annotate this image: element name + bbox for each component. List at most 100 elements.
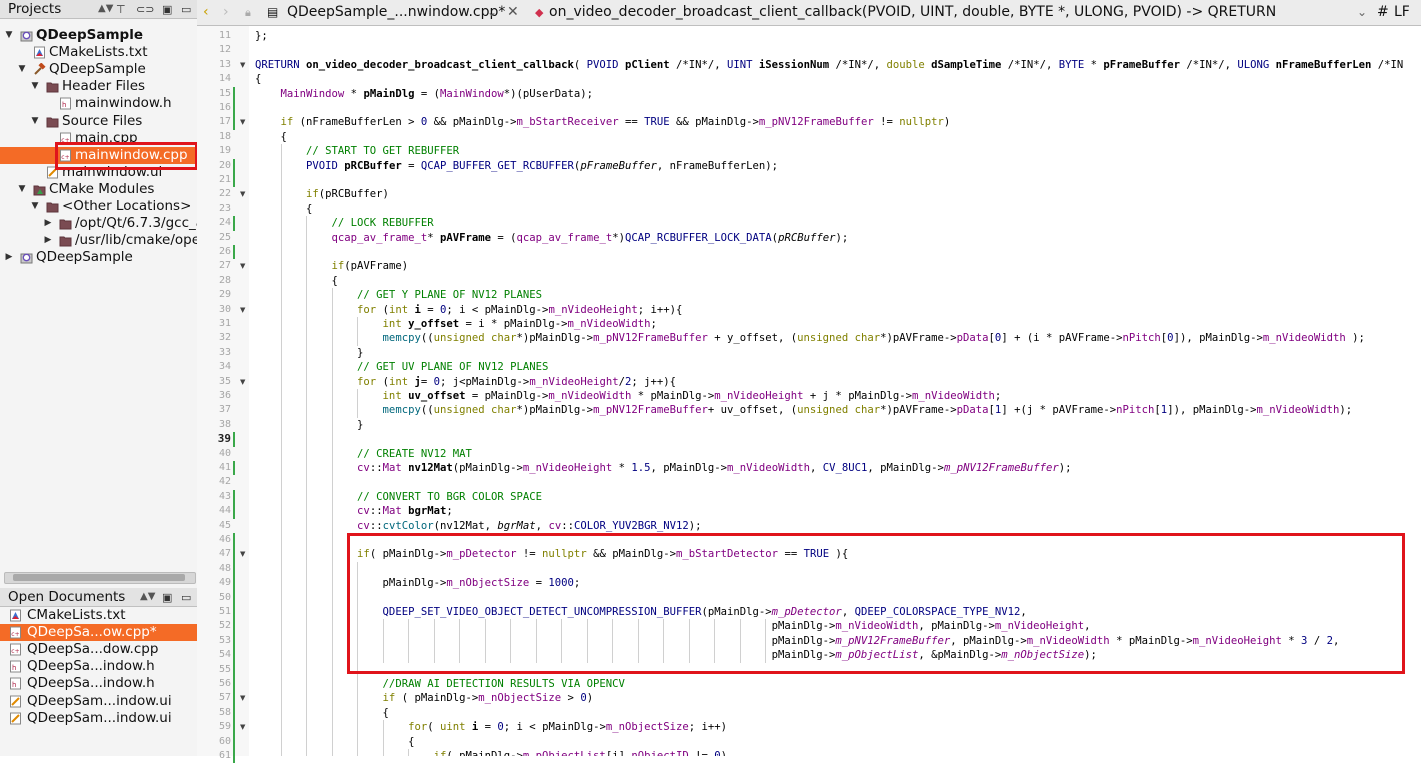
lock-icon: 🔒︎ bbox=[245, 6, 251, 19]
line-number: 40 bbox=[218, 447, 231, 459]
open-document-item[interactable]: h QDeepSa...indow.h bbox=[0, 675, 197, 692]
code-token: for bbox=[255, 303, 383, 316]
code-line: cv::cvtColor(nv12Mat, bgrMat, cv::COLOR_… bbox=[255, 519, 702, 533]
fold-arrow-icon[interactable]: ▼ bbox=[240, 115, 245, 129]
expanded-arrow-icon[interactable]: ▼ bbox=[30, 78, 40, 95]
tree-item[interactable]: ▼ Header Files bbox=[0, 78, 197, 95]
change-marker bbox=[233, 461, 235, 476]
cmake-folder-icon bbox=[33, 183, 46, 196]
expanded-arrow-icon[interactable]: ▼ bbox=[4, 27, 14, 44]
file-dropdown-icon[interactable]: ⌄ bbox=[487, 0, 497, 25]
line-number-gutter: 11 12 13 ▼ 14 15 16 17 ▼ 18 19 20 21 22 ▼ 23 24 25 26 27 ▼ 28… bbox=[197, 26, 249, 763]
code-line: // GET UV PLANE OF NV12 PLANES bbox=[255, 360, 548, 374]
code-token: // CREATE NV12 MAT bbox=[255, 447, 472, 460]
code-token: *)pMainDlg-> bbox=[516, 332, 594, 345]
line-number: 23 bbox=[218, 202, 231, 214]
code-line: if( pMainDlg->m_pObjectList[i].nObjectID… bbox=[255, 749, 727, 756]
function-dropdown-icon[interactable]: ⌄ bbox=[1357, 0, 1367, 25]
fold-arrow-icon[interactable]: ▼ bbox=[240, 259, 245, 273]
code-token: == bbox=[618, 116, 645, 129]
tree-item[interactable]: ▶ /usr/lib/cmake/oper bbox=[0, 232, 197, 249]
line-number: 39 bbox=[217, 432, 231, 446]
open-document-label: QDeepSa...ow.cpp* bbox=[27, 624, 157, 641]
collapsed-arrow-icon[interactable]: ▶ bbox=[43, 215, 53, 232]
code-token: ( bbox=[573, 58, 587, 71]
fold-arrow-icon[interactable]: ▼ bbox=[240, 187, 245, 201]
collapsed-arrow-icon[interactable]: ▶ bbox=[43, 232, 53, 249]
fold-arrow-icon[interactable]: ▼ bbox=[240, 375, 245, 389]
tree-item[interactable]: ▶ /opt/Qt/6.7.3/gcc_a bbox=[0, 215, 197, 232]
code-token: cvtColor bbox=[382, 519, 434, 532]
tree-item[interactable]: h mainwindow.h bbox=[0, 95, 197, 112]
file-tab-label[interactable]: QDeepSample_...nwindow.cpp* bbox=[287, 0, 505, 25]
expanded-arrow-icon[interactable]: ▼ bbox=[17, 61, 27, 78]
tree-item-label: QDeepSample bbox=[36, 27, 144, 43]
code-token: MainWindow bbox=[255, 87, 351, 100]
hash-indicator[interactable]: # bbox=[1377, 0, 1389, 25]
function-selector[interactable]: on_video_decoder_broadcast_client_callba… bbox=[549, 0, 1276, 25]
tree-item[interactable]: ▼ Source Files bbox=[0, 113, 197, 130]
fold-arrow-icon[interactable]: ▼ bbox=[240, 547, 245, 561]
close-file-icon[interactable]: ✕ bbox=[507, 0, 519, 25]
open-document-item[interactable]: c+ QDeepSa...dow.cpp bbox=[0, 641, 197, 658]
tree-item[interactable]: ▼ <Other Locations> bbox=[0, 198, 197, 215]
code-token: CV_8UC1 bbox=[822, 462, 868, 474]
link-icon[interactable]: ⊂⊃ bbox=[136, 1, 154, 19]
open-document-item[interactable]: h QDeepSa...indow.h bbox=[0, 658, 197, 675]
code-token: unsigned char bbox=[797, 404, 881, 417]
open-document-item[interactable]: QDeepSam...indow.ui bbox=[0, 710, 197, 727]
code-token: (( bbox=[420, 404, 434, 417]
open-document-item[interactable]: c+ QDeepSa...ow.cpp* bbox=[0, 624, 197, 642]
fold-arrow-icon[interactable]: ▼ bbox=[240, 720, 245, 734]
close-panel-icon[interactable]: ▭ bbox=[181, 589, 191, 607]
line-number: 22 bbox=[218, 188, 231, 200]
code-token: { bbox=[255, 274, 338, 287]
tree-item[interactable]: ▼ CMake Modules bbox=[0, 181, 197, 198]
split-icon[interactable]: ▣ bbox=[162, 589, 172, 607]
tree-item[interactable]: ▼ QDeepSample bbox=[0, 27, 197, 44]
code-token: = bbox=[478, 721, 498, 734]
fold-arrow-icon[interactable]: ▼ bbox=[240, 58, 245, 72]
code-token: (( bbox=[420, 332, 434, 345]
expanded-arrow-icon[interactable]: ▼ bbox=[30, 198, 40, 215]
back-icon[interactable]: ‹ bbox=[203, 0, 209, 25]
code-token: pData bbox=[956, 404, 989, 417]
code-token: ( pMainDlg-> bbox=[401, 692, 479, 705]
line-number: 58 bbox=[218, 706, 231, 718]
line-ending-indicator[interactable]: LF bbox=[1394, 0, 1410, 25]
fold-arrow-icon[interactable]: ▼ bbox=[240, 691, 245, 705]
indent-guide bbox=[408, 749, 410, 756]
change-marker bbox=[233, 158, 235, 188]
forward-icon[interactable]: › bbox=[223, 0, 229, 25]
code-token: ; i++) bbox=[688, 721, 728, 734]
code-token: m_bStartReceiver bbox=[516, 116, 619, 129]
panel-selector-icon[interactable]: ▲▼ bbox=[98, 0, 113, 18]
code-token: m_nVideoWidth bbox=[548, 390, 632, 402]
indent-guide bbox=[357, 389, 359, 418]
code-token: , bbox=[714, 58, 728, 71]
code-line: for( uint i = 0; i < pMainDlg->m_nObject… bbox=[255, 720, 727, 734]
expanded-arrow-icon[interactable]: ▼ bbox=[30, 113, 40, 130]
tree-item[interactable]: ▼ QDeepSample bbox=[0, 61, 197, 78]
line-number: 13 bbox=[218, 58, 231, 70]
split-icon[interactable]: ▣ bbox=[162, 1, 172, 19]
code-token: // LOCK REBUFFER bbox=[255, 217, 434, 230]
open-document-item[interactable]: CMakeLists.txt bbox=[0, 607, 197, 624]
collapsed-arrow-icon[interactable]: ▶ bbox=[4, 249, 14, 266]
expanded-arrow-icon[interactable]: ▼ bbox=[17, 181, 27, 198]
fold-arrow-icon[interactable]: ▼ bbox=[240, 303, 245, 317]
code-token: (pAVFrame) bbox=[344, 260, 409, 273]
code-token: ; i < pMainDlg-> bbox=[503, 721, 606, 734]
code-token: if bbox=[255, 188, 319, 201]
close-panel-icon[interactable]: ▭ bbox=[181, 1, 191, 19]
code-token: != bbox=[873, 116, 900, 129]
scrollbar-thumb[interactable] bbox=[13, 574, 185, 581]
filter-icon[interactable]: ⊤ bbox=[116, 1, 126, 19]
horizontal-scrollbar[interactable] bbox=[4, 572, 196, 584]
ui-file-icon bbox=[9, 712, 22, 725]
tree-item[interactable]: ▶ QDeepSample bbox=[0, 249, 197, 266]
code-token: (pMainDlg-> bbox=[452, 462, 523, 474]
tree-item[interactable]: CMakeLists.txt bbox=[0, 44, 197, 61]
open-document-item[interactable]: QDeepSam...indow.ui bbox=[0, 693, 197, 710]
panel-selector-icon[interactable]: ▲▼ bbox=[140, 588, 155, 606]
